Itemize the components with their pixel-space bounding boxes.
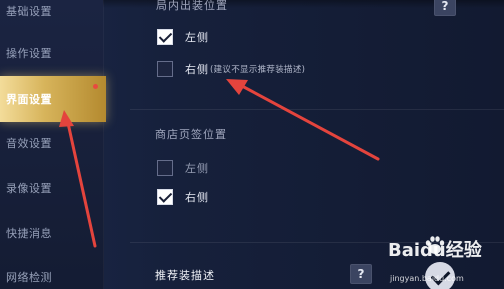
checkbox-checked-icon[interactable] bbox=[157, 189, 173, 205]
option-shop-left[interactable]: 左侧 bbox=[157, 157, 209, 179]
sidebar-item-interface[interactable]: 界面设置 bbox=[0, 76, 106, 122]
help-icon[interactable]: ? bbox=[434, 0, 456, 16]
option-ingame-left[interactable]: 左侧 bbox=[157, 26, 209, 48]
watermark-url: jingyan.baidu.com bbox=[390, 274, 464, 283]
sidebar-item-label: 操作设置 bbox=[6, 47, 52, 60]
sidebar-item-label: 快捷消息 bbox=[6, 227, 52, 240]
arrow-to-right-option bbox=[240, 84, 380, 161]
section-title-recommend: 推荐装描述 bbox=[155, 269, 215, 282]
arrow-head-right-option bbox=[226, 79, 248, 95]
option-note: (建议不显示推荐装描述) bbox=[210, 65, 306, 75]
sidebar-item-label: 录像设置 bbox=[6, 182, 52, 195]
option-label: 左侧 bbox=[185, 162, 209, 175]
option-label: 右侧 bbox=[185, 191, 209, 204]
option-label: 左侧 bbox=[185, 31, 209, 44]
baidu-watermark: Baidu经验 jingyan.baidu.com bbox=[388, 230, 498, 286]
notification-dot bbox=[93, 84, 98, 89]
section-title-ingame: 局内出装位置 bbox=[156, 0, 228, 12]
checkbox-unchecked-icon[interactable] bbox=[157, 160, 173, 176]
checkbox-unchecked-icon[interactable] bbox=[157, 61, 173, 77]
sidebar-item-label: 音效设置 bbox=[6, 137, 52, 150]
sidebar-item-sound[interactable]: 音效设置 bbox=[0, 128, 103, 158]
section-divider bbox=[130, 109, 504, 110]
sidebar-item-basic[interactable]: 基础设置 bbox=[0, 0, 103, 26]
settings-sidebar: 基础设置 操作设置 界面设置 音效设置 录像设置 快捷消息 网络检测 bbox=[0, 0, 106, 289]
checkbox-checked-icon[interactable] bbox=[157, 29, 173, 45]
option-shop-right[interactable]: 右侧 bbox=[157, 186, 209, 208]
sidebar-item-network[interactable]: 网络检测 bbox=[0, 262, 103, 289]
section-title-shop: 商店页签位置 bbox=[155, 128, 227, 141]
watermark-brand: Baidu经验 bbox=[388, 240, 482, 261]
sidebar-item-label: 界面设置 bbox=[6, 93, 52, 106]
settings-screen: 基础设置 操作设置 界面设置 音效设置 录像设置 快捷消息 网络检测 局内出装位… bbox=[0, 0, 504, 289]
sidebar-item-label: 网络检测 bbox=[6, 271, 52, 284]
option-ingame-right[interactable]: 右侧 (建议不显示推荐装描述) bbox=[157, 58, 305, 80]
sidebar-item-label: 基础设置 bbox=[6, 5, 52, 18]
sidebar-item-quick-message[interactable]: 快捷消息 bbox=[0, 218, 103, 248]
option-label: 右侧 bbox=[185, 63, 209, 76]
sidebar-item-controls[interactable]: 操作设置 bbox=[0, 38, 103, 68]
help-icon[interactable]: ? bbox=[350, 264, 372, 284]
sidebar-item-replay[interactable]: 录像设置 bbox=[0, 173, 103, 203]
